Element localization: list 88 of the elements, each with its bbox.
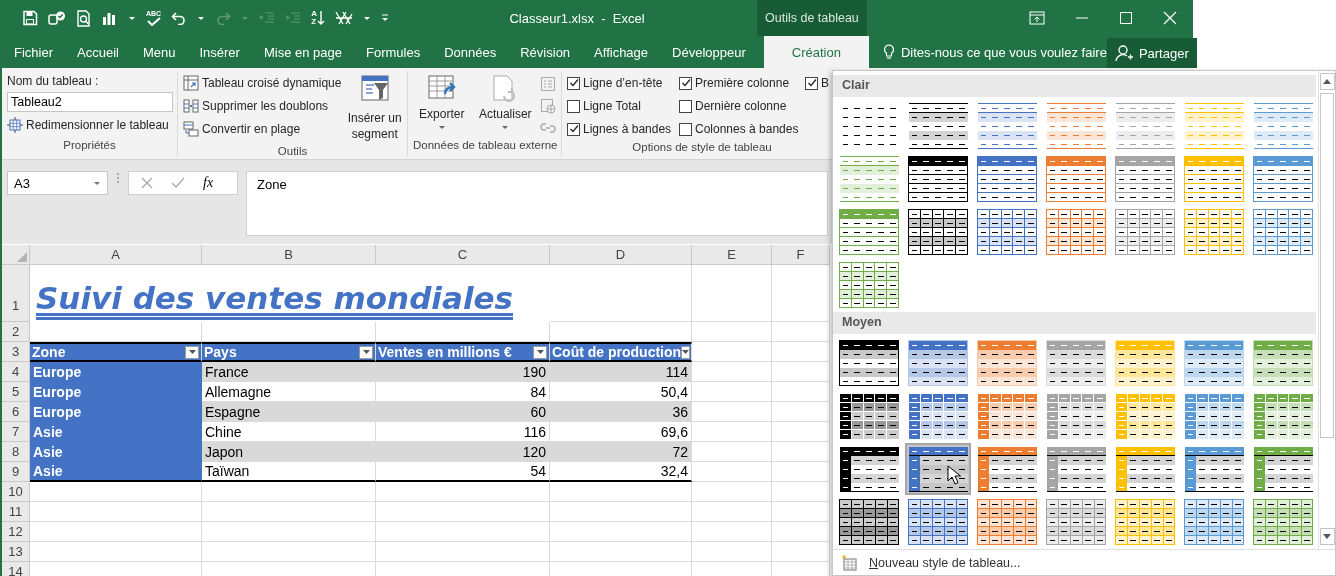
table-cell: Asie <box>30 422 202 442</box>
row-header[interactable]: 1 <box>2 265 30 322</box>
button-label: Actualiser <box>478 106 532 122</box>
table-cell: Europe <box>30 402 202 422</box>
table-cell: Europe <box>30 382 202 402</box>
window-title: Classeur1.xlsx - Excel <box>508 10 646 26</box>
row-header[interactable]: 7 <box>2 422 30 442</box>
ribbon-tab[interactable]: Développeur <box>660 36 758 68</box>
group-label: Données de tableau externe <box>413 138 556 153</box>
table-cell: Europe <box>30 362 202 382</box>
insert-function-button[interactable]: fx <box>203 175 214 191</box>
table-cell: Asie <box>30 442 202 462</box>
ribbon-button[interactable]: Tableau croisé dynamique <box>183 74 342 92</box>
row-header[interactable]: 14 <box>2 562 30 576</box>
group-label: Outils <box>276 144 309 159</box>
row-header[interactable]: 6 <box>2 402 30 422</box>
table-cell: 54 <box>376 462 550 482</box>
table-cell: Taïwan <box>202 462 376 482</box>
contextual-tab-group: Outils de tableau <box>757 0 867 36</box>
column-header[interactable]: B <box>202 245 376 265</box>
header-text: Zone <box>32 344 66 360</box>
ribbon-tab[interactable]: Insérer <box>187 36 252 68</box>
table-cell: 60 <box>376 402 550 422</box>
row-header[interactable]: 2 <box>2 322 30 342</box>
sheet-title: Suivi des ventes mondiales <box>35 280 514 318</box>
ribbon-tab[interactable]: Fichier <box>2 36 65 68</box>
table-cell: 36 <box>550 402 692 422</box>
new-table-style-button[interactable]: Nouveau style de tableau... <box>833 549 1335 575</box>
button-label: Exporter <box>419 106 465 122</box>
section-header: Moyen <box>833 312 1316 334</box>
checkbox[interactable]: Ligne d’en-tête <box>567 74 675 92</box>
table-cell: 190 <box>376 362 550 382</box>
table-cell: Japon <box>202 442 376 462</box>
group-label: Options de style de tableau <box>631 140 773 155</box>
share-button[interactable]: Partager <box>1106 38 1197 68</box>
table-cell: 114 <box>550 362 692 382</box>
resize-table-button[interactable]: Redimensionner le tableau <box>7 116 173 134</box>
column-header[interactable]: C <box>376 245 550 265</box>
formula-field[interactable]: Zone <box>246 171 828 236</box>
ribbon-tab[interactable]: Menu <box>130 36 188 68</box>
checkbox[interactable]: Colonnes à bandes <box>679 120 801 138</box>
column-header[interactable]: D <box>550 245 692 265</box>
name-box[interactable]: A3 <box>7 171 108 195</box>
column-header[interactable]: E <box>692 245 772 265</box>
sort-button[interactable]: A Z <box>311 10 325 26</box>
header-text: Coût de production <box>552 344 682 360</box>
table-cell: Asie <box>30 462 202 482</box>
row-header[interactable]: 12 <box>2 522 30 542</box>
row-header[interactable]: 11 <box>2 502 30 522</box>
ribbon-tab[interactable]: Données <box>432 36 509 68</box>
table-cell: 32,4 <box>550 462 692 482</box>
row-header[interactable]: 10 <box>2 482 30 502</box>
ribbon-button[interactable]: Convertir en plage <box>183 120 342 138</box>
tell-me-field[interactable]: Dites-nous ce que vous voulez faire <box>900 44 1107 60</box>
group-label: Propriétés <box>62 138 117 153</box>
row-header[interactable]: 9 <box>2 462 30 482</box>
header-text: Pays <box>204 344 237 360</box>
ribbon-tab[interactable]: Affichage <box>582 36 661 68</box>
ribbon-tab[interactable]: Révision <box>508 36 583 68</box>
field-label: Nom du tableau : <box>7 74 100 88</box>
ribbon-button[interactable]: Supprimer les doublons <box>183 97 342 115</box>
ribbon-button[interactable]: Exporter <box>413 74 471 136</box>
checkbox[interactable]: Lignes à bandes <box>567 120 675 138</box>
checkbox[interactable]: Ligne Total <box>567 97 675 115</box>
column-header[interactable]: A <box>30 245 202 265</box>
header-text: Ventes en millions € <box>378 344 512 360</box>
table-cell: 120 <box>376 442 550 462</box>
ribbon-tab[interactable]: Création <box>763 36 869 68</box>
table-name-field[interactable]: Tableau2 <box>7 92 173 112</box>
row-header[interactable]: 5 <box>2 382 30 402</box>
row-header[interactable]: 8 <box>2 442 30 462</box>
insert-slicer-button[interactable]: Insérer un segment <box>347 74 402 142</box>
checkbox[interactable]: B <box>805 74 831 92</box>
ribbon-tab[interactable]: Accueil <box>65 36 131 68</box>
table-cell: Espagne <box>202 402 376 422</box>
ribbon-tab[interactable]: Formules <box>354 36 433 68</box>
row-header[interactable]: 13 <box>2 542 30 562</box>
checkbox[interactable]: Première colonne <box>679 74 801 92</box>
checkbox[interactable]: Dernière colonne <box>679 97 801 115</box>
table-cell: 72 <box>550 442 692 462</box>
ribbon-tab[interactable]: Mise en page <box>251 36 354 68</box>
row-header[interactable]: 3 <box>2 342 30 362</box>
button-label: Insérer un segment <box>347 110 402 142</box>
column-header[interactable]: F <box>772 245 830 265</box>
row-header[interactable]: 4 <box>2 362 30 382</box>
section-header: Clair <box>833 75 1316 97</box>
table-cell: France <box>202 362 376 382</box>
ribbon-button[interactable]: Actualiser <box>476 74 534 136</box>
